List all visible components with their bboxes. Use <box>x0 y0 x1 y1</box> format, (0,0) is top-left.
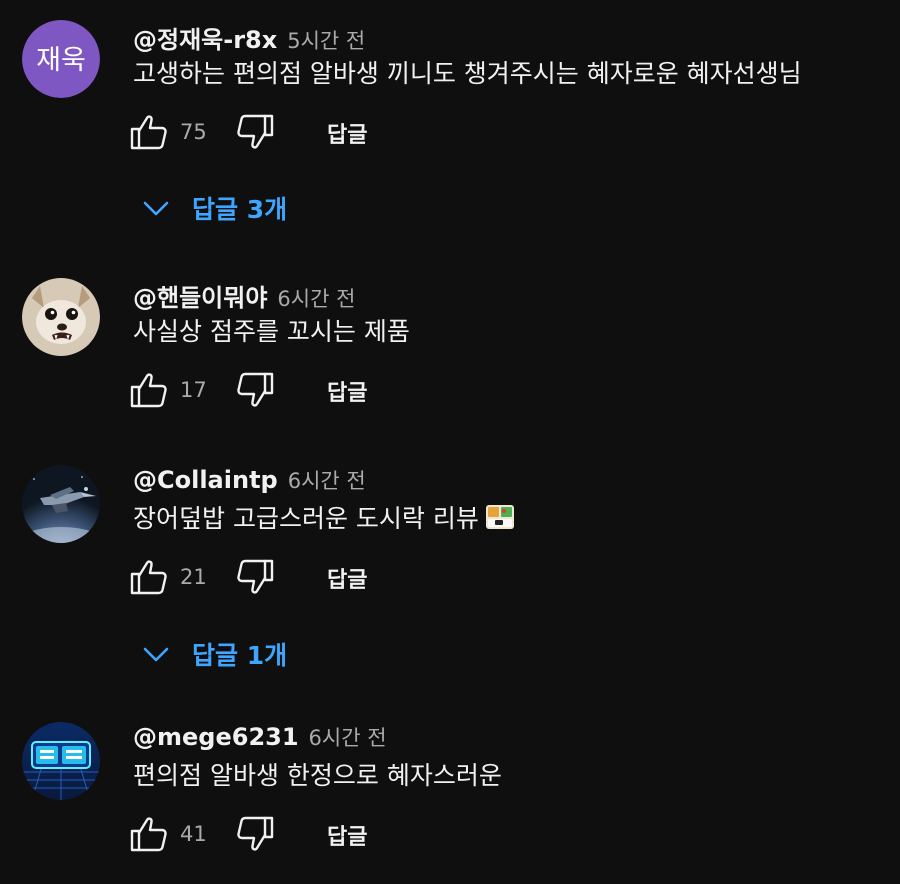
avatar-initials: 재욱 <box>36 45 86 76</box>
comment-actions: 41 답글 <box>129 814 529 856</box>
dislike-button[interactable] <box>235 370 275 410</box>
comment-text-body: 장어덮밥 고급스러운 도시락 리뷰 <box>133 504 479 533</box>
thumbs-up-icon <box>130 560 167 595</box>
avatar[interactable] <box>22 465 100 543</box>
thumbs-down-icon <box>237 114 274 149</box>
comment-text: 사실상 점주를 꼬시는 제품 <box>133 317 410 346</box>
like-count: 21 <box>180 565 207 589</box>
thumbs-down-icon <box>237 559 274 594</box>
dislike-button[interactable] <box>235 814 275 854</box>
comment-timestamp[interactable]: 5시간 전 <box>287 25 365 55</box>
thumbs-up-icon <box>130 817 167 852</box>
chevron-down-icon <box>143 647 169 662</box>
bento-box-icon <box>485 502 515 538</box>
view-replies-label: 답글 3개 <box>192 195 288 224</box>
view-replies-label: 답글 1개 <box>192 641 288 670</box>
comment-author[interactable]: @Collaintp <box>133 466 278 494</box>
comment-header: @Collaintp 6시간 전 <box>133 465 366 499</box>
comment-header: @정재욱-r8x 5시간 전 <box>133 20 365 54</box>
comment-timestamp[interactable]: 6시간 전 <box>288 465 366 495</box>
like-button[interactable] <box>129 370 169 410</box>
comment-text: 고생하는 편의점 알바생 끼니도 챙겨주시는 혜자로운 혜자선생님 <box>133 59 802 88</box>
reply-button[interactable]: 답글 <box>327 117 367 149</box>
like-button[interactable] <box>129 814 169 854</box>
comment-author[interactable]: @mege6231 <box>133 723 299 751</box>
chevron-down-icon <box>143 201 169 216</box>
reply-button[interactable]: 답글 <box>327 375 367 407</box>
avatar[interactable] <box>22 278 100 356</box>
avatar[interactable]: 재욱 <box>22 20 100 98</box>
thumbs-down-icon <box>237 372 274 407</box>
like-button[interactable] <box>129 112 169 152</box>
like-count: 41 <box>180 822 207 846</box>
spaceship-photo-icon <box>22 465 100 543</box>
chihuahua-photo-icon <box>22 278 100 356</box>
like-button[interactable] <box>129 557 169 597</box>
comment-actions: 17 답글 <box>129 370 529 412</box>
like-count: 17 <box>180 378 207 402</box>
comment-timestamp[interactable]: 6시간 전 <box>309 722 387 752</box>
like-count: 75 <box>180 120 207 144</box>
view-replies-button[interactable]: 답글 1개 <box>140 632 287 676</box>
comment-timestamp[interactable]: 6시간 전 <box>277 283 355 313</box>
comment-author[interactable]: @정재욱-r8x <box>133 20 277 55</box>
thumbs-up-icon <box>130 373 167 408</box>
comment-text: 편의점 알바생 한정으로 혜자스러운 <box>133 761 502 790</box>
comment-actions: 21 답글 <box>129 557 529 599</box>
dislike-button[interactable] <box>235 557 275 597</box>
dislike-button[interactable] <box>235 112 275 152</box>
reply-button[interactable]: 답글 <box>327 819 367 851</box>
avatar[interactable] <box>22 722 100 800</box>
comment-header: @핸들이뭐야 6시간 전 <box>133 278 355 312</box>
comment-author[interactable]: @핸들이뭐야 <box>133 278 267 313</box>
view-replies-button[interactable]: 답글 3개 <box>140 186 287 230</box>
thumbs-up-icon <box>130 115 167 150</box>
comment-actions: 75 답글 <box>129 112 529 154</box>
comment-text: 장어덮밥 고급스러운 도시락 리뷰 <box>133 499 515 538</box>
thumbs-down-icon <box>237 816 274 851</box>
reply-button[interactable]: 답글 <box>327 562 367 594</box>
comment-header: @mege6231 6시간 전 <box>133 722 387 756</box>
neon-sign-photo-icon <box>22 722 100 800</box>
